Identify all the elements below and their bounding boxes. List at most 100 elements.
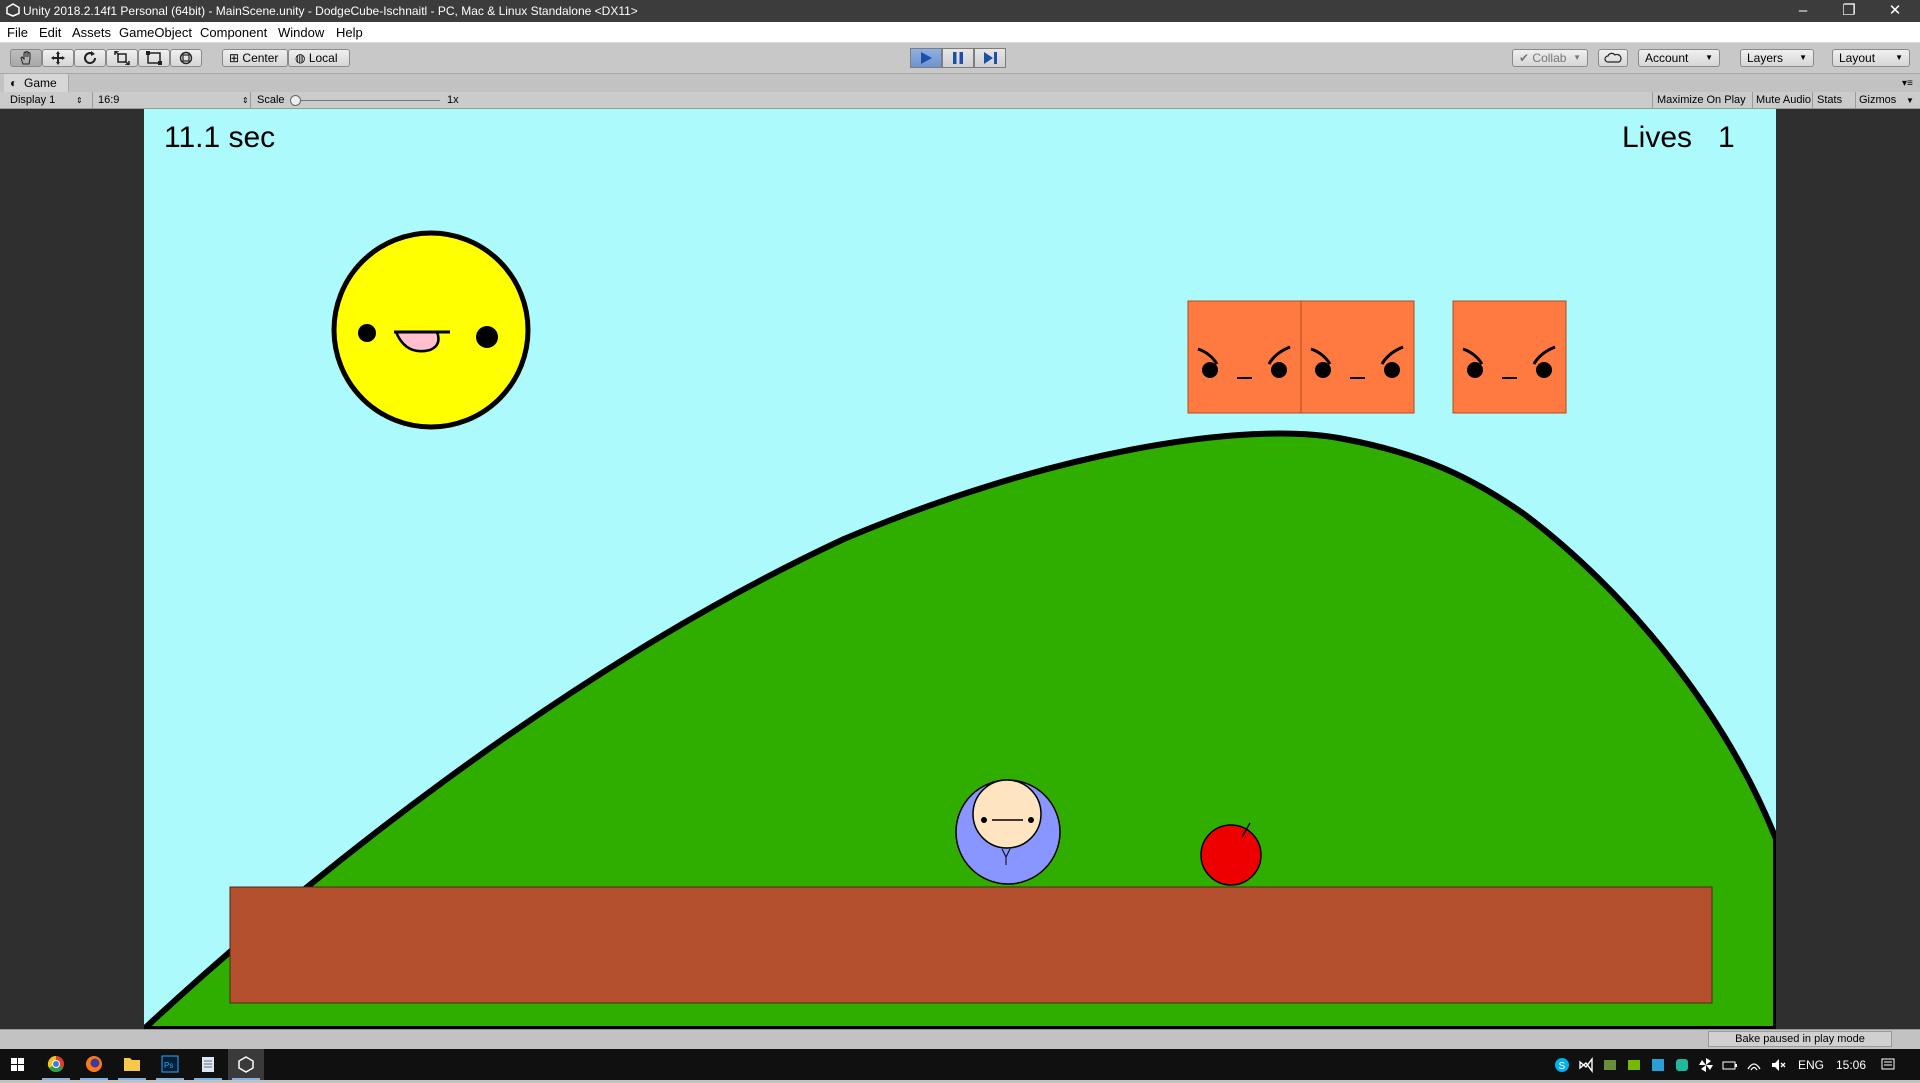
- notepad-app[interactable]: [190, 1049, 226, 1080]
- unity-app[interactable]: [228, 1049, 264, 1080]
- gizmos-arrow-icon: ▼: [1906, 96, 1914, 105]
- menu-window[interactable]: Window: [278, 25, 324, 40]
- game-viewport[interactable]: [144, 109, 1776, 1029]
- main-toolbar: ⊞ Center ◍ Local ✔ Collab ▼ Account ▼ Laye…: [0, 43, 1920, 74]
- restore-button[interactable]: ❐: [1826, 0, 1872, 22]
- windows-taskbar: Ps S ENG 15:06: [0, 1049, 1920, 1080]
- clock[interactable]: 15:06: [1836, 1058, 1866, 1072]
- hand-tool-button[interactable]: [10, 49, 42, 67]
- chrome-icon: [47, 1055, 64, 1073]
- nvidia-icon[interactable]: [1626, 1057, 1642, 1073]
- language-indicator[interactable]: ENG: [1798, 1058, 1824, 1072]
- firefox-icon: [86, 1056, 102, 1072]
- menu-component[interactable]: Component: [200, 25, 267, 40]
- stats-toggle[interactable]: Stats: [1817, 94, 1842, 106]
- play-icon: [921, 52, 932, 64]
- unity-icon: [6, 3, 20, 17]
- status-bar: [0, 1029, 1920, 1050]
- game-scene: [144, 230, 1776, 1029]
- cloud-icon: [1604, 52, 1622, 63]
- move-icon: [51, 51, 65, 65]
- scale-slider-track[interactable]: [292, 100, 440, 101]
- gizmos-dropdown[interactable]: Gizmos: [1859, 94, 1896, 106]
- skype-icon[interactable]: S: [1554, 1057, 1570, 1073]
- display-dropdown[interactable]: Display 1: [10, 94, 55, 106]
- divider: [1752, 92, 1753, 108]
- mute-audio-toggle[interactable]: Mute Audio: [1756, 94, 1811, 106]
- dropdown-arrow-icon: ▼: [1573, 53, 1581, 62]
- rotate-tool-button[interactable]: [74, 49, 106, 67]
- step-icon: [984, 52, 997, 64]
- divider: [1855, 92, 1856, 108]
- rect-tool-button[interactable]: [138, 49, 170, 67]
- tray-app-icon[interactable]: [1602, 1057, 1618, 1073]
- pivot-icon: ⊞: [229, 51, 240, 65]
- chrome-app[interactable]: [38, 1049, 74, 1080]
- play-button[interactable]: [910, 48, 942, 68]
- notepad-icon: [202, 1057, 214, 1072]
- layout-dropdown[interactable]: Layout ▼: [1832, 49, 1910, 67]
- notifications-icon[interactable]: [1880, 1057, 1896, 1073]
- menu-file[interactable]: File: [7, 25, 28, 40]
- divider: [92, 92, 93, 108]
- aspect-dropdown[interactable]: 16:9: [98, 94, 119, 106]
- tab-menu-icon[interactable]: ▾≡: [1902, 78, 1913, 89]
- account-dropdown[interactable]: Account ▼: [1638, 49, 1720, 67]
- divider: [1812, 92, 1813, 108]
- layers-label: Layers: [1747, 51, 1784, 65]
- pinwheel-icon[interactable]: [1698, 1057, 1714, 1073]
- scale-icon: [114, 51, 130, 65]
- minimize-button[interactable]: –: [1780, 0, 1826, 22]
- tray-app-icon[interactable]: [1674, 1057, 1690, 1073]
- enemy-cube: [1452, 300, 1567, 414]
- pivot-mode-toggle[interactable]: ⊞ Center: [222, 49, 288, 67]
- svg-text:Ps: Ps: [164, 1061, 173, 1070]
- visual-studio-icon[interactable]: [1578, 1057, 1594, 1073]
- close-button[interactable]: ✕: [1872, 0, 1918, 22]
- account-label: Account: [1645, 51, 1689, 65]
- rotate-icon: [84, 51, 97, 65]
- tab-game[interactable]: ◐ Game: [4, 74, 69, 92]
- volume-muted-icon[interactable]: [1770, 1057, 1786, 1073]
- check-icon: ✔: [1519, 51, 1530, 65]
- menu-edit[interactable]: Edit: [39, 25, 61, 40]
- step-button[interactable]: [974, 48, 1006, 68]
- menu-gameobject[interactable]: GameObject: [119, 25, 192, 40]
- collab-dropdown[interactable]: ✔ Collab ▼: [1512, 49, 1588, 67]
- dropdown-arrow-icon: ▼: [1705, 53, 1713, 62]
- timer-text: 11.1 sec: [164, 121, 276, 154]
- cloud-button[interactable]: [1598, 49, 1628, 67]
- battery-icon[interactable]: [1722, 1057, 1738, 1073]
- layers-dropdown[interactable]: Layers ▼: [1740, 49, 1814, 67]
- scale-tool-button[interactable]: [106, 49, 138, 67]
- enemy-cube: [1300, 300, 1415, 414]
- aspect-arrow-icon: ⇕: [242, 96, 249, 105]
- move-tool-button[interactable]: [42, 49, 74, 67]
- menu-help[interactable]: Help: [336, 25, 363, 40]
- windows-icon: [11, 1058, 24, 1071]
- transform-tool-button[interactable]: [170, 49, 202, 67]
- unity-icon: [238, 1056, 254, 1073]
- enemy-cube: [1187, 300, 1302, 414]
- lives-value: 1: [1718, 121, 1735, 154]
- folder-icon: [124, 1058, 140, 1071]
- scale-slider-handle[interactable]: [290, 95, 301, 106]
- photoshop-app[interactable]: Ps: [152, 1049, 188, 1080]
- firefox-app[interactable]: [76, 1049, 112, 1080]
- display-arrow-icon: ⇕: [76, 96, 83, 105]
- start-button[interactable]: [0, 1049, 36, 1080]
- maximize-on-play-toggle[interactable]: Maximize On Play: [1657, 94, 1746, 106]
- menu-assets[interactable]: Assets: [72, 25, 111, 40]
- pivot-rotation-toggle[interactable]: ◍ Local: [288, 49, 350, 67]
- pause-button[interactable]: [942, 48, 974, 68]
- sun: [331, 230, 531, 430]
- pivot-mode-label: Center: [242, 51, 279, 65]
- photoshop-icon: Ps: [161, 1055, 179, 1073]
- pivot-rotation-label: Local: [308, 51, 338, 65]
- wifi-icon[interactable]: [1746, 1057, 1762, 1073]
- dropdown-arrow-icon: ▼: [1895, 53, 1903, 62]
- file-explorer-app[interactable]: [114, 1049, 150, 1080]
- tray-app-icon[interactable]: [1650, 1057, 1666, 1073]
- pause-icon: [953, 52, 963, 64]
- rect-icon: [146, 51, 162, 65]
